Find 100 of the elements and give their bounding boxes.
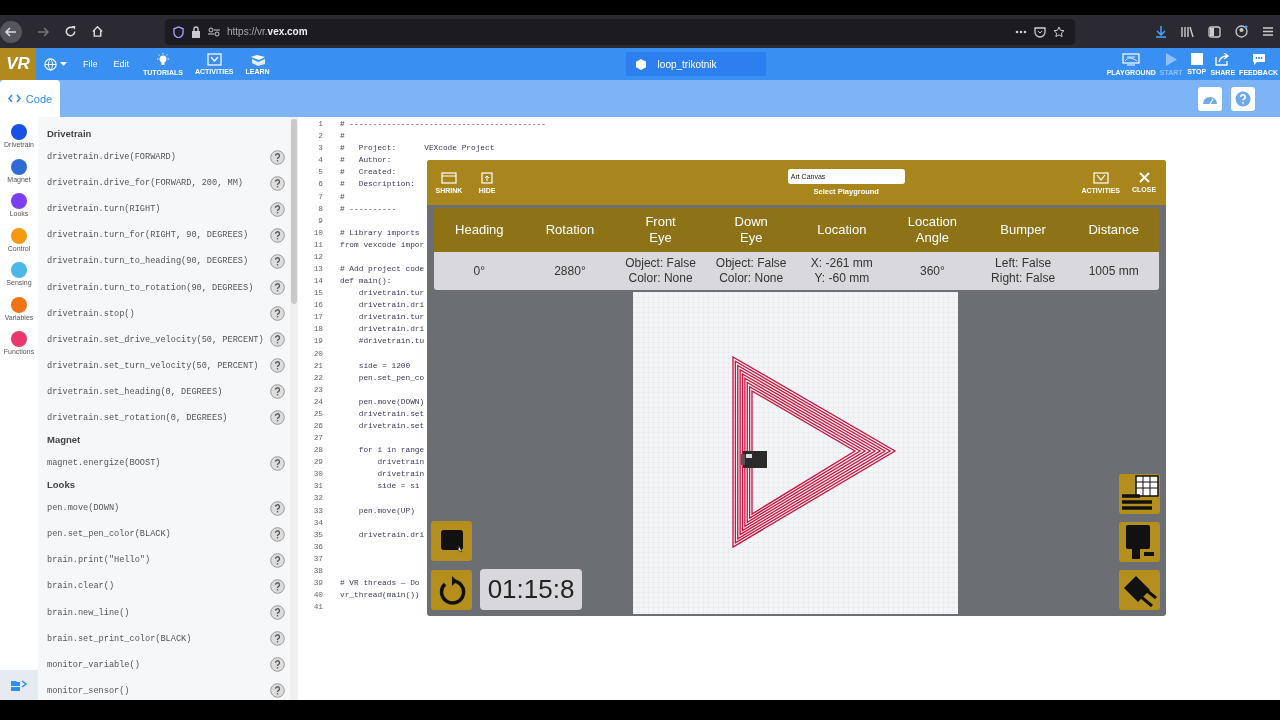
account-icon[interactable] <box>1235 25 1248 38</box>
code-tab[interactable]: Code <box>0 80 60 117</box>
monitor-icon <box>1122 52 1141 66</box>
square-icon <box>438 528 465 554</box>
reading-value: X: -261 mm Y: -60 mm <box>796 252 888 290</box>
back-icon[interactable] <box>0 20 22 43</box>
column-header: Rotation <box>524 208 616 252</box>
home-icon[interactable] <box>91 25 104 38</box>
column-header: Heading <box>434 208 525 252</box>
help-icon[interactable] <box>270 552 285 568</box>
code-block[interactable]: brain.set_print_color(BLACK) <box>47 633 192 644</box>
help-icon[interactable] <box>270 526 285 542</box>
help-icon[interactable] <box>270 358 285 374</box>
reading-value: Object: False Color: None <box>705 252 797 290</box>
more-icon[interactable] <box>1015 29 1027 34</box>
help-icon[interactable] <box>270 306 285 322</box>
help-icon[interactable] <box>270 253 285 269</box>
code-block[interactable]: drivetrain.turn(RIGHT) <box>47 204 161 215</box>
column-header: Bumper <box>977 208 1069 252</box>
column-header: Front Eye <box>615 208 706 252</box>
help-icon[interactable] <box>270 500 285 516</box>
code-block[interactable]: drivetrain.set_turn_velocity(50, PERCENT) <box>47 360 259 371</box>
library-icon[interactable] <box>1181 25 1194 38</box>
code-block[interactable]: drivetrain.set_drive_velocity(50, PERCENT) <box>47 334 264 345</box>
reading-value: Left: False Right: False <box>977 252 1069 290</box>
lightbulb-icon <box>156 52 170 67</box>
menu-icon[interactable] <box>1262 26 1274 37</box>
reset-button[interactable] <box>431 569 472 610</box>
code-block[interactable]: magnet.energize(BOOST) <box>47 458 161 469</box>
reading-value: 0° <box>434 252 525 290</box>
pen-button[interactable] <box>431 521 472 561</box>
column-header: Down Eye <box>705 208 797 252</box>
help-icon[interactable] <box>270 332 285 348</box>
reading-value: 360° <box>887 252 978 290</box>
hexagon-icon <box>635 58 646 70</box>
download-icon[interactable] <box>1155 25 1167 38</box>
upload-box-icon <box>481 171 493 184</box>
code-block[interactable]: drivetrain.set_heading(0, DEGREES) <box>47 386 223 397</box>
code-block[interactable]: pen.set_pen_color(BLACK) <box>47 529 171 540</box>
timer-display: 01:15:8 <box>480 569 582 610</box>
code-block[interactable]: drivetrain.turn_for(RIGHT, 90, DEGREES) <box>47 230 249 241</box>
robot-view-button[interactable] <box>1119 522 1160 562</box>
project-name-field[interactable]: loop_trikotnik <box>625 52 766 76</box>
lock-icon <box>191 25 201 38</box>
close-icon <box>1138 172 1150 183</box>
code-block[interactable]: brain.print("Hello") <box>47 555 151 566</box>
column-header: Location <box>796 208 888 252</box>
share-icon <box>1215 52 1231 66</box>
reading-value: 2880° <box>524 252 616 290</box>
column-header: Location Angle <box>887 208 978 252</box>
play-icon <box>1165 52 1178 66</box>
reading-value: Object: False Color: None <box>615 252 706 290</box>
code-block[interactable]: drivetrain.drive_for(FORWARD, 200, MM) <box>47 178 243 189</box>
code-block[interactable]: brain.new_line() <box>47 607 130 618</box>
column-header: Distance <box>1068 208 1159 252</box>
blocks-switch-button[interactable] <box>0 670 38 700</box>
help-icon[interactable] <box>270 280 285 295</box>
speech-bubble-icon <box>1251 52 1266 66</box>
help-icon[interactable] <box>270 384 285 400</box>
scrollbar-thumb[interactable] <box>291 119 297 304</box>
section-heading: Drivetrain <box>47 128 93 141</box>
star-icon[interactable] <box>1053 25 1065 38</box>
code-block[interactable]: brain.clear() <box>47 581 115 592</box>
code-block[interactable]: monitor_sensor() <box>47 685 130 696</box>
help-icon[interactable] <box>270 683 285 699</box>
code-block[interactable]: drivetrain.stop() <box>47 308 135 319</box>
stop-icon <box>1190 53 1203 65</box>
help-icon[interactable] <box>270 657 285 673</box>
data-table-button[interactable] <box>1119 474 1160 514</box>
code-block[interactable]: pen.move(DOWN) <box>47 503 120 514</box>
help-icon[interactable] <box>270 149 285 165</box>
help-icon[interactable] <box>270 631 285 647</box>
permissions-icon[interactable] <box>208 26 220 37</box>
help-icon[interactable] <box>270 410 285 426</box>
help-icon[interactable] <box>270 175 285 191</box>
checkmark-box-icon <box>1092 171 1109 184</box>
code-block[interactable]: drivetrain.turn_to_heading(90, DEGREES) <box>47 256 249 267</box>
help-icon[interactable] <box>270 227 285 243</box>
reload-icon[interactable] <box>64 25 77 38</box>
help-icon[interactable] <box>270 455 285 471</box>
checkmark-box-icon <box>206 53 222 66</box>
code-block[interactable]: drivetrain.set_rotation(0, DEGREES) <box>47 413 228 423</box>
forward-icon[interactable] <box>36 24 50 39</box>
code-block[interactable]: drivetrain.drive(FORWARD) <box>47 152 176 163</box>
help-icon <box>1235 90 1251 107</box>
shield-icon[interactable] <box>173 25 184 38</box>
code-block[interactable]: drivetrain.turn_to_rotation(90, DEGREES) <box>47 282 254 293</box>
help-icon[interactable] <box>270 578 285 594</box>
help-icon[interactable] <box>270 201 285 217</box>
pocket-icon[interactable] <box>1034 25 1046 38</box>
address-bar[interactable]: https://vr.vex.com <box>165 18 1075 45</box>
help-icon[interactable] <box>270 605 285 621</box>
url-text: https://vr.vex.com <box>227 26 308 37</box>
sidebar-icon[interactable] <box>1208 25 1221 38</box>
code-block[interactable]: monitor_variable() <box>47 659 140 670</box>
camera-view-button[interactable] <box>1119 570 1160 610</box>
section-heading: Looks <box>47 479 76 493</box>
robot-icon <box>741 451 767 468</box>
caret-icon <box>60 62 67 66</box>
section-heading: Magnet <box>47 434 82 448</box>
